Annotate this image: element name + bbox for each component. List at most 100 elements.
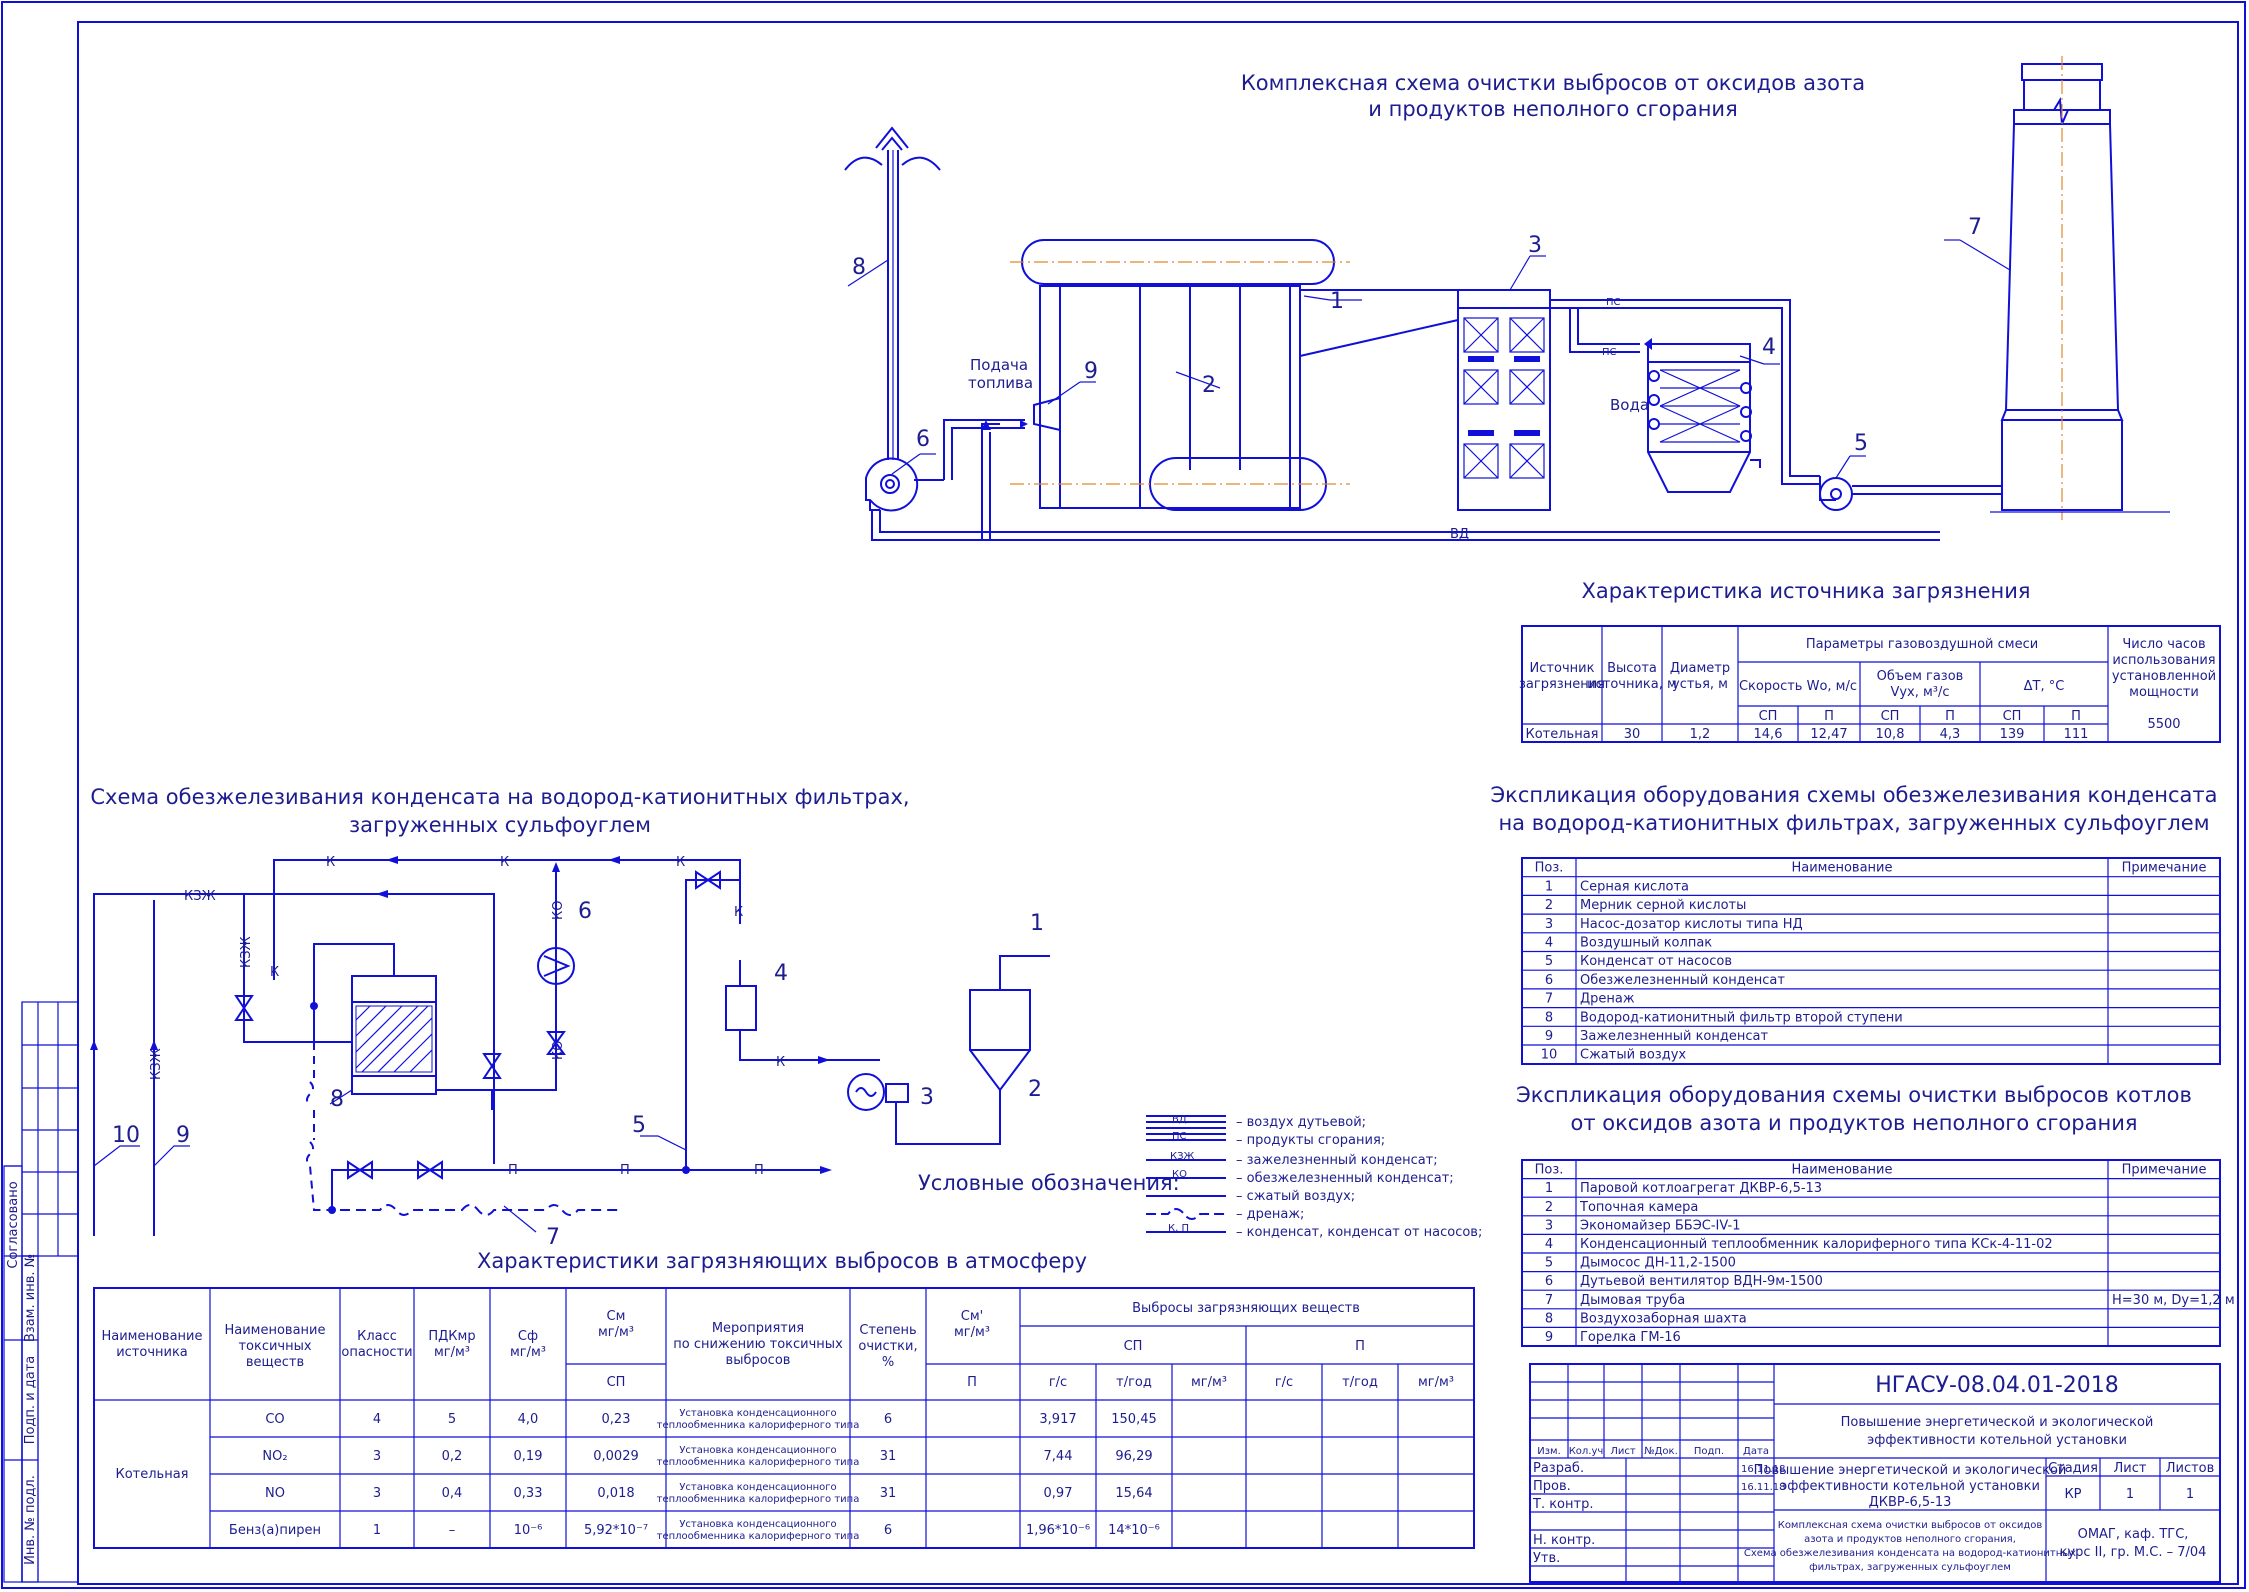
side-podp: Подп. и дата (23, 1356, 38, 1445)
svg-text:К: К (326, 855, 335, 870)
emission-gs: 7,44 (1044, 1449, 1073, 1464)
svg-text:См: См (607, 1309, 626, 1324)
table-row: 1 (1545, 879, 1553, 894)
emission-ty: 96,29 (1115, 1449, 1152, 1464)
unit-header: г/с (1049, 1375, 1067, 1390)
svg-text:– конденсат, конденсат от насо: – конденсат, конденсат от насосов; (1236, 1225, 1482, 1240)
svg-text:Комплексная схема очистки выбр: Комплексная схема очистки выбросов от ок… (1778, 1520, 2043, 1531)
svg-text:мг/м³: мг/м³ (510, 1345, 546, 1360)
svg-text:Т. контр.: Т. контр. (1532, 1497, 1593, 1512)
svg-text:Подп.: Подп. (1694, 1446, 1724, 1457)
cation-filter (310, 943, 437, 1095)
legend: Условные обозначения: ВД ПС КЗЖ КО К, П … (918, 1114, 1482, 1240)
table-row: 10 (1541, 1048, 1558, 1063)
svg-text:Мероприятия: Мероприятия (712, 1321, 804, 1336)
table-row: Воздухозаборная шахта (1580, 1311, 1747, 1326)
svg-text:К, П: К, П (1168, 1223, 1189, 1234)
pdk-value: 0,4 (442, 1486, 463, 1501)
table-row: Конденсационный теплообменник калориферн… (1580, 1237, 2053, 1252)
svg-text:К: К (500, 855, 509, 870)
table-row: 3 (1545, 917, 1553, 932)
svg-text:П: П (1824, 709, 1834, 724)
svg-text:30: 30 (1624, 727, 1641, 742)
scheme1-title-2: и продуктов неполного сгорания (1368, 97, 1737, 121)
explication-table-1: Экспликация оборудования схемы обезжелез… (1491, 783, 2221, 1065)
table-row: H=30 м, Dу=1,2 м (2112, 1293, 2235, 1308)
hazard-class: 3 (373, 1449, 381, 1464)
measure: теплообменника калориферного типа (657, 1420, 860, 1431)
svg-text:Объем газов: Объем газов (1877, 669, 1964, 684)
svg-text:– продукты сгорания;: – продукты сгорания; (1236, 1133, 1385, 1148)
s1-label-6: 6 (916, 427, 930, 452)
table-row: Обезжелезненный конденсат (1580, 973, 1785, 988)
s1-label-1: 1 (1330, 289, 1344, 314)
svg-text:П: П (508, 1163, 518, 1178)
table-row: 8 (1545, 1311, 1553, 1326)
blower-fan (865, 457, 919, 512)
s2-label-2: 2 (1028, 1077, 1042, 1102)
svg-text:азота и продуктов неполного сг: азота и продуктов неполного сгорания, (1804, 1534, 2016, 1545)
table-row: 4 (1545, 936, 1553, 951)
sm-value: 0,0029 (593, 1449, 639, 1464)
svg-text:Vух, м³/с: Vух, м³/с (1890, 685, 1949, 700)
svg-text:Котельная: Котельная (115, 1467, 188, 1482)
svg-text:ПДКмр: ПДКмр (428, 1329, 475, 1344)
sf-value: 0,19 (514, 1449, 543, 1464)
svg-text:СП: СП (607, 1375, 626, 1390)
table-header: Поз. (1535, 1163, 1564, 1178)
svg-text:эффективности котельной устано: эффективности котельной установки (1867, 1433, 2127, 1448)
table-row: 6 (1545, 973, 1553, 988)
pipe-vd-label: ВД (1450, 527, 1469, 542)
side-vzam: Взам. инв. № (23, 1254, 38, 1342)
svg-text:1,2: 1,2 (1690, 727, 1711, 742)
s2-label-6: 6 (578, 899, 592, 924)
svg-text:использования: использования (2112, 653, 2215, 668)
side-inv: Инв. № подл. (23, 1475, 38, 1565)
sm-value: 5,92*10⁻⁷ (584, 1523, 648, 1538)
emissions-table: Характеристики загрязняющих выбросов в а… (93, 1249, 1475, 1549)
svg-text:КЗЖ: КЗЖ (239, 936, 254, 968)
chimney (1990, 56, 2170, 520)
svg-text:1: 1 (2126, 1487, 2134, 1502)
svg-text:П: П (754, 1163, 764, 1178)
s1-label-3: 3 (1528, 233, 1542, 258)
s1-label-4: 4 (1762, 335, 1776, 360)
degree: 6 (884, 1523, 892, 1538)
svg-text:Число часов: Число часов (2122, 637, 2205, 652)
svg-text:КЗЖ: КЗЖ (184, 889, 216, 904)
svg-text:эффективности котельной устано: эффективности котельной установки (1780, 1479, 2040, 1494)
table-row: 1 (1545, 1181, 1553, 1196)
s1-label-5: 5 (1854, 431, 1868, 456)
svg-text:СП: СП (1881, 709, 1900, 724)
svg-text:ВД: ВД (1172, 1114, 1187, 1125)
svg-text:5500: 5500 (2147, 717, 2180, 732)
table-row: 6 (1545, 1274, 1553, 1289)
hazard-class: 1 (373, 1523, 381, 1538)
svg-text:– обезжелезненный конденсат;: – обезжелезненный конденсат; (1236, 1171, 1454, 1186)
smoke-exhauster (1819, 476, 2002, 511)
table-row: Дымовая труба (1580, 1293, 1685, 1308)
svg-text:– зажелезненный конденсат;: – зажелезненный конденсат; (1236, 1153, 1438, 1168)
pipe-ps2-label: ПС (1602, 347, 1617, 358)
substance-name: NO (265, 1486, 285, 1501)
table-row: Дутьевой вентилятор ВДН-9м-1500 (1580, 1274, 1823, 1289)
svg-text:ДКВР-6,5-13: ДКВР-6,5-13 (1869, 1495, 1952, 1510)
side-strip: Согласовано Взам. инв. № Подп. и дата Ин… (3, 1001, 79, 1583)
svg-text:Разраб.: Разраб. (1533, 1461, 1584, 1476)
svg-text:– сжатый воздух;: – сжатый воздух; (1236, 1189, 1355, 1204)
s2-label-9: 9 (176, 1123, 190, 1148)
svg-text:ΔT, °С: ΔT, °С (2024, 679, 2065, 694)
svg-text:токсичных: токсичных (238, 1339, 311, 1354)
svg-text:КЗЖ: КЗЖ (149, 1048, 164, 1080)
svg-text:Кол.уч: Кол.уч (1569, 1446, 1604, 1457)
unit-header: г/с (1275, 1375, 1293, 1390)
svg-text:Схема обезжелезивания конденса: Схема обезжелезивания конденсата на водо… (1744, 1548, 2076, 1559)
svg-text:мг/м³: мг/м³ (954, 1325, 990, 1340)
table-row: 8 (1545, 1010, 1553, 1025)
heat-exchanger (1644, 338, 1761, 493)
doc-code: НГАСУ-08.04.01-2018 (1875, 1373, 2119, 1398)
svg-text:мг/м³: мг/м³ (598, 1325, 634, 1340)
scheme-condensate-deironing: Схема обезжелезивания конденсата на водо… (90, 785, 1050, 1250)
fuel-label-2: топлива (968, 374, 1033, 392)
degree: 31 (880, 1449, 897, 1464)
